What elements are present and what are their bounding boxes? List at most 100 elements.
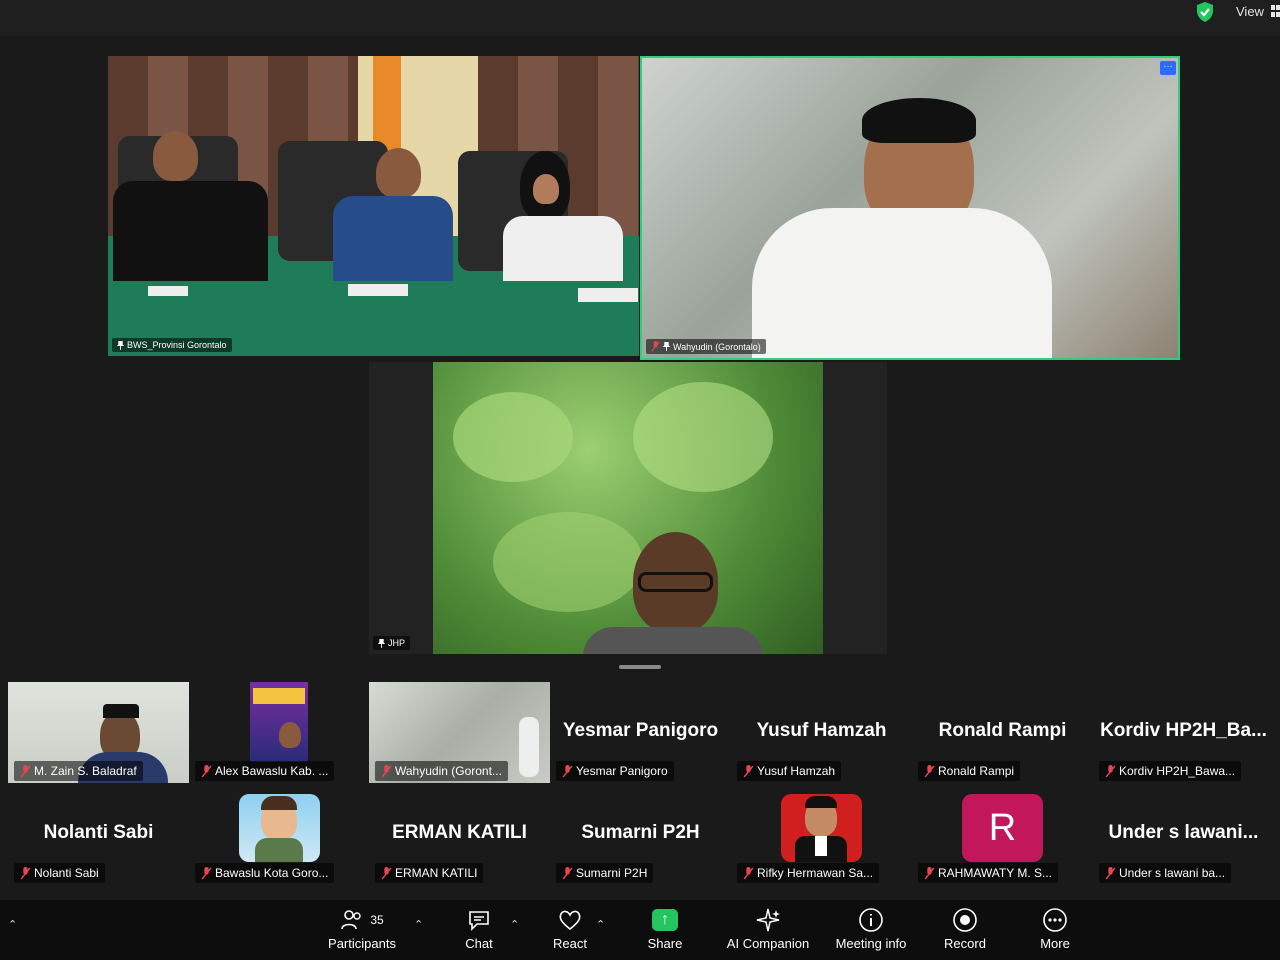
chat-button[interactable]: Chat [449,906,509,958]
participant-name-tag: Yesmar Panigoro [556,761,674,781]
participant-name: Bawaslu Kota Goro... [215,866,329,880]
chevron-up-icon[interactable]: ⌃ [414,918,423,931]
mic-muted-icon [381,866,392,879]
resize-handle[interactable] [619,665,661,669]
gallery-tile[interactable]: Yusuf Hamzah Yusuf Hamzah [731,682,912,783]
participant-name: Wahyudin (Goront... [395,764,502,778]
gallery-tile[interactable]: R RAHMAWATY M. S... [912,784,1093,885]
video-tile-room[interactable]: BWS_Provinsi Gorontalo [108,56,639,356]
participant-name: Ronald Rampi [938,764,1015,778]
participant-name: Rifky Hermawan Sa... [757,866,874,880]
gallery-tile[interactable]: Nolanti Sabi Nolanti Sabi [8,784,189,885]
react-button[interactable]: React [540,906,600,958]
participant-display-name: Under s lawani... [1108,822,1259,843]
avatar-letter: R [962,794,1043,862]
record-icon [953,908,977,932]
view-button[interactable]: View [1236,4,1264,19]
pin-icon [663,342,670,351]
video-stage: BWS_Provinsi Gorontalo ··· Wahyudin (Gor… [0,36,1280,661]
participant-name-tag: Under s lawani ba... [1099,863,1232,883]
record-label: Record [944,936,986,951]
chevron-up-icon[interactable]: ⌃ [8,918,17,931]
meeting-toolbar: ⌃ 35 Participants ⌃ Chat ⌃ React ⌃ ↑ Sha… [0,900,1280,960]
participant-name: RAHMAWATY M. S... [938,866,1053,880]
mic-muted-icon [201,866,212,879]
gallery-tile[interactable]: Under s lawani... Under s lawani ba... [1093,784,1274,885]
video-tile-jhp[interactable]: JHP [369,362,887,654]
heart-icon [559,910,581,931]
more-button[interactable]: More [1025,906,1085,958]
participant-name: Yusuf Hamzah [757,764,836,778]
mic-muted-icon [381,764,392,777]
participant-name-tag: Bawaslu Kota Goro... [195,863,335,883]
participant-name-tag: RAHMAWATY M. S... [918,863,1059,883]
participant-name-tag: Wahyudin (Gorontalo) [646,339,766,354]
ai-companion-button[interactable]: AI Companion [718,906,818,958]
participant-name-tag: Sumarni P2H [556,863,654,883]
participant-name: Yesmar Panigoro [576,764,668,778]
gallery-tile[interactable]: Kordiv HP2H_Ba... Kordiv HP2H_Bawa... [1093,682,1274,783]
participant-name-tag: Yusuf Hamzah [737,761,842,781]
participant-display-name: Yesmar Panigoro [562,720,719,741]
participant-name-tag: Wahyudin (Goront... [375,761,508,781]
participant-display-name: Ronald Rampi [938,720,1067,741]
participant-name-tag: Kordiv HP2H_Bawa... [1099,761,1242,781]
participant-display-name: Kordiv HP2H_Ba... [1100,720,1267,741]
participant-name: Sumarni P2H [576,866,648,880]
mic-muted-icon [1105,866,1116,879]
chat-icon [469,911,489,931]
participant-name: Nolanti Sabi [34,866,99,880]
sparkle-icon [756,908,780,932]
gallery-tile[interactable]: ERMAN KATILI ERMAN KATILI [369,784,550,885]
participant-name-tag: ERMAN KATILI [375,863,484,883]
share-screen-icon: ↑ [652,909,678,931]
pin-icon [117,340,124,350]
participants-icon [341,910,362,930]
gallery-tile[interactable]: M. Zain S. Baladraf [8,682,189,783]
mic-muted-icon [562,764,573,777]
mic-muted-icon [20,764,31,777]
participant-name: JHP [388,638,406,648]
more-options-icon[interactable]: ··· [1160,61,1176,75]
meeting-info-label: Meeting info [835,936,907,951]
mic-muted-icon [562,866,573,879]
participants-button[interactable]: 35 Participants [322,906,402,958]
participant-display-name: Yusuf Hamzah [756,720,887,741]
gallery-tile[interactable]: Ronald Rampi Ronald Rampi [912,682,1093,783]
shield-icon[interactable] [1193,0,1217,24]
video-tile-active-speaker[interactable]: ··· Wahyudin (Gorontalo) [640,56,1180,360]
participant-name-tag: BWS_Provinsi Gorontalo [112,338,232,352]
mic-muted-icon [201,764,212,777]
chevron-up-icon[interactable]: ⌃ [510,918,519,931]
share-button[interactable]: ↑ Share [635,906,695,958]
gallery-tile[interactable]: Sumarni P2H Sumarni P2H [550,784,731,885]
gallery-tile[interactable]: Rifky Hermawan Sa... [731,784,912,885]
ai-companion-label: AI Companion [726,936,810,951]
virtual-background-image [433,362,823,654]
gallery-tile[interactable]: Wahyudin (Goront... [369,682,550,783]
react-label: React [553,936,587,951]
more-icon [1043,908,1067,932]
participant-name-tag: Rifky Hermawan Sa... [737,863,880,883]
share-label: Share [647,936,683,951]
participants-count: 35 [370,913,384,927]
gallery-tile[interactable]: Alex Bawaslu Kab. ... [189,682,370,783]
participants-label: Participants [328,936,396,951]
mic-muted-icon [743,866,754,879]
participant-name: Alex Bawaslu Kab. ... [215,764,329,778]
record-button[interactable]: Record [935,906,995,958]
chevron-up-icon[interactable]: ⌃ [596,918,605,931]
mic-muted-icon [924,764,935,777]
mic-muted-icon [743,764,754,777]
gallery-tile[interactable]: Yesmar Panigoro Yesmar Panigoro [550,682,731,783]
gallery-tile[interactable]: Bawaslu Kota Goro... [189,784,370,885]
participant-name: Wahyudin (Gorontalo) [673,341,761,352]
mic-muted-icon [924,866,935,879]
pin-icon [378,638,385,648]
participant-display-name: ERMAN KATILI [392,822,527,843]
meeting-info-button[interactable]: Meeting info [830,906,912,958]
more-label: More [1040,936,1070,951]
participant-name: BWS_Provinsi Gorontalo [127,340,227,350]
grid-view-icon[interactable] [1271,5,1280,17]
participant-name: Under s lawani ba... [1119,866,1226,880]
